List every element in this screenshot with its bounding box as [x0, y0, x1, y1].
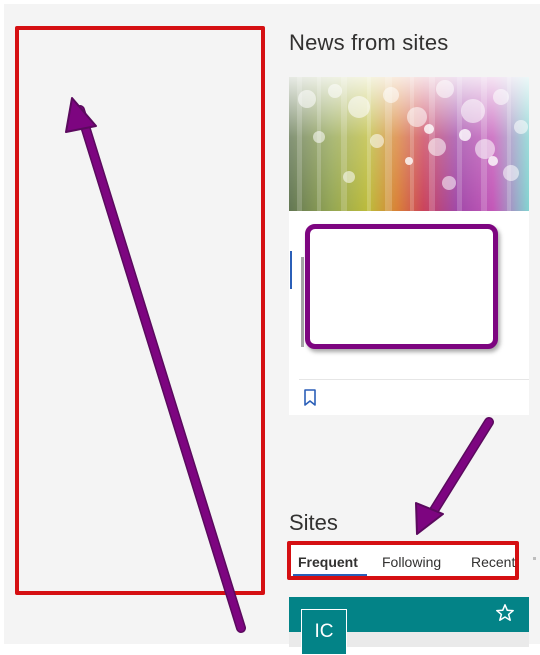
sites-section-title: Sites	[289, 510, 338, 535]
tabs-overflow-dot	[533, 557, 536, 560]
news-card[interactable]	[289, 77, 529, 415]
news-section-title: News from sites	[289, 30, 449, 55]
left-column-highlight	[15, 26, 265, 595]
site-logo: IC	[301, 609, 347, 655]
tab-recent[interactable]: Recent	[471, 554, 515, 570]
news-card-divider	[299, 379, 529, 380]
article-gray-line	[301, 257, 304, 347]
selected-tab-indicator	[293, 574, 367, 576]
tab-frequent[interactable]: Frequent	[298, 554, 358, 570]
star-icon[interactable]	[495, 603, 515, 623]
redacted-article-box	[305, 224, 498, 349]
tab-following[interactable]: Following	[382, 554, 441, 570]
site-card[interactable]: IC	[289, 597, 529, 655]
bokeh-image	[289, 77, 529, 211]
article-accent-line	[290, 251, 292, 289]
sites-tabs: Frequent Following Recent	[287, 541, 519, 580]
bookmark-icon[interactable]	[303, 389, 317, 407]
news-image[interactable]	[289, 77, 529, 211]
